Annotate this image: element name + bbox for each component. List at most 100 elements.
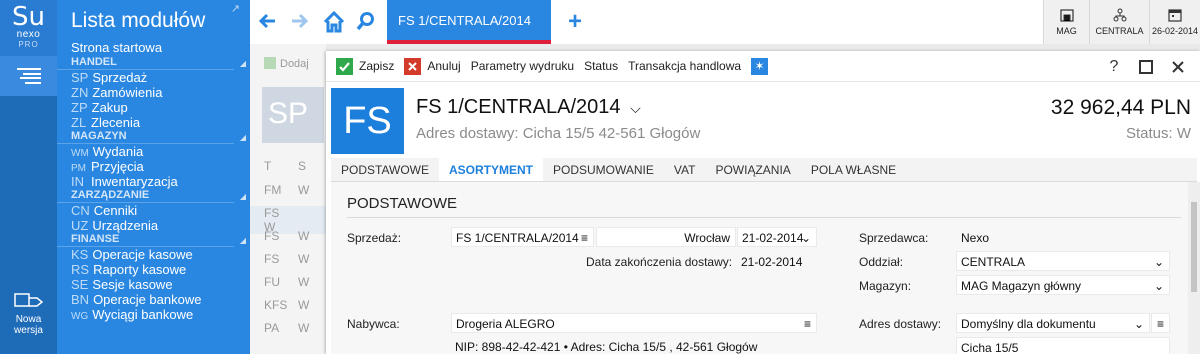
save-button[interactable]: Zapisz xyxy=(336,57,394,75)
tab-fs-document[interactable]: FS 1/CENTRALA/2014 xyxy=(387,0,551,44)
document-number-dropdown[interactable]: FS 1/CENTRALA/2014 ⌵ xyxy=(416,96,641,119)
module-item[interactable]: RS Raporty kasowe xyxy=(57,262,250,277)
branch-select[interactable]: CENTRALA ⌄ xyxy=(956,251,1170,271)
module-item-label: Cenniki xyxy=(93,203,138,218)
module-item[interactable]: WM Wydania xyxy=(57,144,250,159)
app-logo[interactable]: Su nexo PRO xyxy=(0,0,57,56)
status-warehouse[interactable]: MAG xyxy=(1043,0,1089,44)
delivery-address-value: Domyślny dla dokumentu xyxy=(961,317,1096,331)
tab-powiązania[interactable]: POWIĄZANIA xyxy=(705,158,800,181)
tab-asortyment[interactable]: ASORTYMENT xyxy=(439,158,543,181)
module-section-header[interactable]: FINANSE ◢ xyxy=(57,233,246,247)
status-date[interactable]: 26-02-2014 xyxy=(1149,0,1200,44)
module-item-label: Sprzedaż xyxy=(92,70,148,85)
maximize-icon[interactable] xyxy=(1130,57,1162,77)
sale-number-field[interactable]: FS 1/CENTRALA/2014 ≡ xyxy=(451,227,594,247)
help-button[interactable]: ? xyxy=(1098,57,1130,77)
add-tab-button[interactable]: + xyxy=(568,8,582,36)
menu-icon: ≡ xyxy=(1157,317,1165,331)
chevron-down-icon: ⌄ xyxy=(800,231,811,245)
module-item[interactable]: ZL Zlecenia xyxy=(57,115,250,130)
start-page-link[interactable]: Strona startowa xyxy=(57,40,250,56)
gear-icon[interactable]: ✶ xyxy=(751,57,769,75)
delivery-address-line[interactable]: Cicha 15/5 xyxy=(956,337,1170,354)
buyer-label: Nabywca: xyxy=(347,317,400,331)
background-row-type: FS xyxy=(264,252,280,266)
vertical-scrollbar[interactable] xyxy=(1188,182,1200,354)
document-header: FS FS 1/CENTRALA/2014 ⌵ Adres dostawy: C… xyxy=(331,88,1197,154)
close-window-icon[interactable] xyxy=(1162,57,1194,77)
search-icon[interactable] xyxy=(356,11,376,31)
background-add-button: Dodaj xyxy=(264,57,309,70)
background-list-row: PA W xyxy=(264,321,332,335)
forward-arrow-icon[interactable] xyxy=(290,11,310,31)
module-item[interactable]: SE Sesje kasowe xyxy=(57,277,250,292)
sale-label: Sprzedaż: xyxy=(347,231,402,245)
module-item[interactable]: KS Operacje kasowe xyxy=(57,247,250,262)
module-item-label: Zakup xyxy=(91,100,128,115)
org-tree-icon xyxy=(1113,8,1126,22)
status-button[interactable]: Status xyxy=(584,59,618,73)
tab-pola-własne[interactable]: POLA WŁASNE xyxy=(801,158,906,181)
new-window-button[interactable]: Nowa wersja xyxy=(0,292,57,336)
scrollbar-thumb[interactable] xyxy=(1191,202,1197,292)
new-window-label-2: wersja xyxy=(14,325,43,336)
tab-vat[interactable]: VAT xyxy=(664,158,706,181)
print-params-button[interactable]: Parametry wydruku xyxy=(471,59,574,73)
branch-value: CENTRALA xyxy=(961,255,1026,269)
module-item-label: Wydania xyxy=(92,144,144,159)
module-item-label: Zlecenia xyxy=(91,115,141,130)
document-tabs: PODSTAWOWE ASORTYMENT PODSUMOWANIE VAT POWIĄ… xyxy=(331,158,1197,182)
city-field[interactable]: Wrocław xyxy=(596,227,736,247)
menu-toggle-button[interactable] xyxy=(0,56,57,96)
module-item[interactable]: ZP Zakup xyxy=(57,100,250,115)
cancel-button[interactable]: Anuluj xyxy=(404,57,461,75)
menu-icon: ≡ xyxy=(803,317,811,331)
pin-icon[interactable]: ↗ xyxy=(231,2,240,15)
module-item-code: BN xyxy=(71,292,90,307)
document-type-badge: FS xyxy=(331,88,404,154)
module-item[interactable]: WG Wyciągi bankowe xyxy=(57,307,250,322)
module-item[interactable]: IN Inwentaryzacja xyxy=(57,174,250,189)
sale-date-field[interactable]: 21-02-2014 ⌄ xyxy=(737,227,817,247)
window-controls: ? xyxy=(1098,57,1194,77)
module-item-code: ZL xyxy=(71,115,87,130)
module-section-header[interactable]: MAGAZYN ◢ xyxy=(57,130,246,144)
delivery-address-menu[interactable]: ≡ xyxy=(1151,313,1170,333)
warehouse-label: Magazyn: xyxy=(859,279,912,293)
delivery-end-label: Data zakończenia dostawy: xyxy=(586,255,733,269)
module-item[interactable]: UZ Urządzenia xyxy=(57,218,250,233)
logo-su: Su xyxy=(12,2,45,32)
document-amount: 32 962,44 PLN xyxy=(1050,96,1191,119)
back-arrow-icon[interactable] xyxy=(257,11,277,31)
branch-label: Oddział: xyxy=(859,255,904,269)
module-item[interactable]: SP Sprzedaż xyxy=(57,70,250,85)
home-icon[interactable] xyxy=(323,11,345,33)
delivery-address-select[interactable]: Domyślny dla dokumentu ⌄ xyxy=(956,313,1150,333)
modules-title: Lista modułów xyxy=(71,9,206,32)
module-item[interactable]: BN Operacje bankowe xyxy=(57,292,250,307)
seller-label: Sprzedawca: xyxy=(859,231,929,245)
module-item[interactable]: ZN Zamówienia xyxy=(57,85,250,100)
module-section-title: ZARZĄDZANIE xyxy=(71,189,150,201)
background-list-row: KFS W xyxy=(264,298,332,312)
module-item-code: SP xyxy=(71,70,89,85)
module-item-code: RS xyxy=(71,262,90,277)
module-section-header[interactable]: ZARZĄDZANIE ◢ xyxy=(57,189,246,203)
tab-podstawowe[interactable]: PODSTAWOWE xyxy=(331,158,439,181)
warehouse-select[interactable]: MAG Magazyn główny ⌄ xyxy=(956,275,1170,295)
modules-panel: ↗ Lista modułów Strona startowa HANDEL ◢ S… xyxy=(57,0,250,354)
tab-podsumowanie[interactable]: PODSUMOWANIE xyxy=(543,158,664,181)
background-list-row: FU W xyxy=(264,275,332,289)
module-item-label: Inwentaryzacja xyxy=(91,174,178,189)
module-section-header[interactable]: HANDEL ◢ xyxy=(57,56,246,70)
status-branch[interactable]: CENTRALA xyxy=(1089,0,1149,44)
transaction-button[interactable]: Transakcja handlowa xyxy=(628,59,741,73)
close-icon xyxy=(404,57,422,75)
module-item-label: Zamówienia xyxy=(92,85,163,100)
collapse-triangle-icon: ◢ xyxy=(239,59,246,68)
module-item[interactable]: PM Przyjęcia xyxy=(57,159,250,174)
buyer-field[interactable]: Drogeria ALEGRO ≡ xyxy=(451,313,817,333)
module-item[interactable]: CN Cenniki xyxy=(57,203,250,218)
module-item-code: ZP xyxy=(71,100,88,115)
